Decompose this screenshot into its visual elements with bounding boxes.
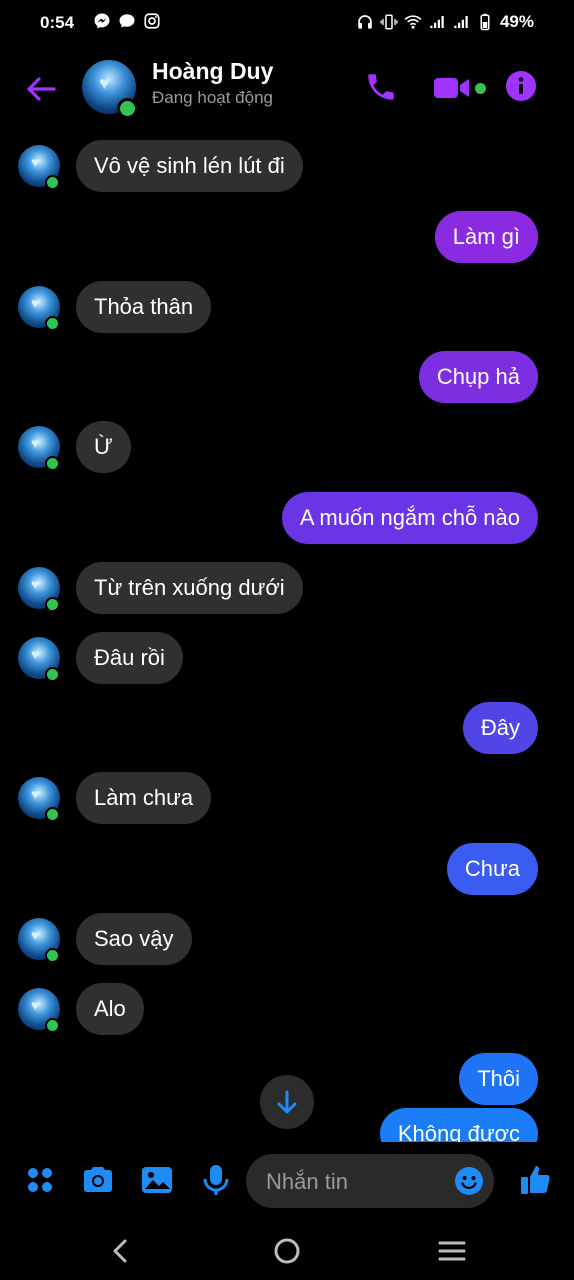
sent-message-bubble[interactable]: Chưa <box>446 843 538 895</box>
heart-icon: ♥ <box>31 997 40 1013</box>
message-row: ♥ Đâu rồi <box>0 632 574 684</box>
received-message-bubble[interactable]: Đâu rồi <box>76 632 183 684</box>
heart-icon: ♥ <box>31 646 40 662</box>
scroll-to-bottom-button[interactable] <box>260 1075 314 1129</box>
online-indicator <box>45 316 60 331</box>
received-message-bubble[interactable]: Sao vậy <box>76 913 192 965</box>
online-indicator <box>45 807 60 822</box>
online-indicator <box>45 948 60 963</box>
message-row: ♥ Sao vậy <box>0 913 574 965</box>
heart-icon: ♥ <box>31 435 40 451</box>
status-bar: 0:54 49% <box>0 0 574 46</box>
sent-message-bubble[interactable]: Làm gì <box>434 211 538 263</box>
heart-icon: ♥ <box>99 73 110 93</box>
online-indicator <box>45 667 60 682</box>
online-indicator <box>45 456 60 471</box>
arrow-down-icon <box>277 1090 297 1114</box>
camera-icon[interactable] <box>80 1162 116 1198</box>
nav-back-icon[interactable] <box>104 1234 138 1268</box>
menu-grid-icon[interactable] <box>22 1162 58 1198</box>
received-message-bubble[interactable]: Thỏa thân <box>76 281 212 333</box>
sent-message-bubble[interactable]: A muốn ngắm chỗ nào <box>281 492 538 544</box>
active-dot <box>475 83 486 94</box>
status-time: 0:54 <box>40 13 75 32</box>
heart-icon: ♥ <box>31 927 40 943</box>
message-input[interactable] <box>264 1154 448 1210</box>
sent-message-bubble[interactable]: Chụp hả <box>418 351 538 403</box>
message-input-container[interactable] <box>246 1154 494 1210</box>
message-row: A muốn ngắm chỗ nào <box>0 492 574 544</box>
message-row: ♥ Thỏa thân <box>0 281 574 333</box>
sent-message-bubble[interactable]: Thôi <box>459 1053 538 1105</box>
received-message-bubble[interactable]: Ừ <box>76 421 131 473</box>
message-row: ♥ Ừ <box>0 421 574 473</box>
signal-icon-1 <box>430 16 444 28</box>
heart-icon: ♥ <box>31 576 40 592</box>
system-nav-bar <box>0 1220 574 1280</box>
sent-message-bubble[interactable]: Đây <box>462 702 538 754</box>
heart-icon: ♥ <box>31 295 40 311</box>
back-arrow-icon[interactable] <box>22 70 60 108</box>
received-message-bubble[interactable]: Alo <box>76 983 144 1035</box>
messenger-notification-icon <box>94 13 110 29</box>
contact-name[interactable]: Hoàng Duy <box>152 58 273 85</box>
info-icon[interactable] <box>505 70 537 102</box>
conversation-header: ♥ Hoàng Duy Đang hoạt động <box>0 48 574 130</box>
message-row: Đây <box>0 702 574 754</box>
sent-message-bubble[interactable]: Không được <box>379 1108 538 1142</box>
signal-icon-2 <box>454 16 468 28</box>
message-row: Làm gì <box>0 211 574 263</box>
contact-status: Đang hoạt động <box>152 88 273 107</box>
message-row: ♥ Alo <box>0 983 574 1035</box>
message-row: Chưa <box>0 843 574 895</box>
nav-recents-icon[interactable] <box>435 1234 469 1268</box>
headphones-icon <box>358 15 372 29</box>
online-indicator <box>117 98 138 119</box>
heart-icon: ♥ <box>31 154 40 170</box>
message-list[interactable]: ♥ Vô vệ sinh lén lút đi Làm gì ♥ Thỏa th… <box>0 130 574 1142</box>
received-message-bubble[interactable]: Làm chưa <box>76 772 212 824</box>
microphone-icon[interactable] <box>198 1162 234 1198</box>
received-message-bubble[interactable]: Vô vệ sinh lén lút đi <box>76 140 303 192</box>
nav-home-icon[interactable] <box>270 1234 304 1268</box>
phone-call-icon[interactable] <box>364 70 398 104</box>
thumbs-up-icon[interactable] <box>518 1162 554 1198</box>
message-row: Chụp hả <box>0 351 574 403</box>
gallery-image-icon[interactable] <box>139 1162 175 1198</box>
battery-icon <box>480 13 490 31</box>
wifi-icon <box>404 15 422 29</box>
message-row: ♥ Làm chưa <box>0 772 574 824</box>
composer-bar <box>0 1142 574 1220</box>
heart-icon: ♥ <box>31 786 40 802</box>
received-message-bubble[interactable]: Từ trên xuống dưới <box>76 562 303 614</box>
emoji-icon[interactable] <box>454 1166 484 1196</box>
instagram-notification-icon <box>144 13 160 29</box>
message-row: ♥ Từ trên xuống dưới <box>0 562 574 614</box>
vibrate-icon <box>380 14 398 30</box>
online-indicator <box>45 1018 60 1033</box>
chat-notification-icon <box>119 14 135 28</box>
battery-percent: 49% <box>499 12 534 31</box>
online-indicator <box>45 175 60 190</box>
online-indicator <box>45 597 60 612</box>
video-call-icon[interactable] <box>432 74 472 102</box>
message-row: ♥ Vô vệ sinh lén lút đi <box>0 140 574 192</box>
